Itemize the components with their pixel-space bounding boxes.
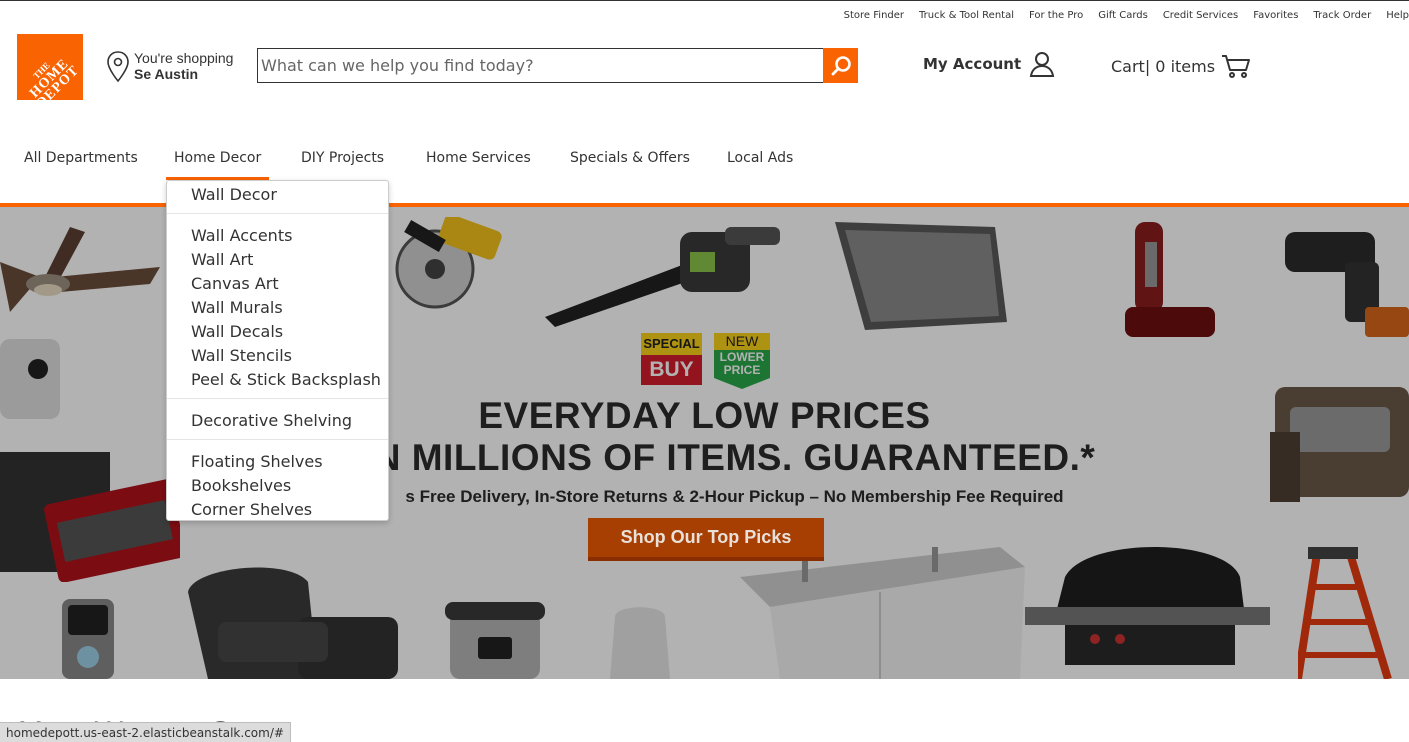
- my-account-link[interactable]: My Account: [923, 51, 1055, 77]
- credit-services-link[interactable]: Credit Services: [1163, 10, 1238, 24]
- main-nav: All Departments Home Decor DIY Projects …: [0, 150, 1409, 180]
- home-decor-dropdown: Wall Decor Wall Accents Wall Art Canvas …: [166, 180, 389, 521]
- menu-item-bookshelves[interactable]: Bookshelves: [191, 476, 291, 495]
- user-icon: [1030, 52, 1055, 77]
- favorites-link[interactable]: Favorites: [1253, 10, 1298, 24]
- menu-item-wall-stencils[interactable]: Wall Stencils: [191, 346, 292, 365]
- help-link[interactable]: Help: [1386, 10, 1409, 24]
- store-finder-link[interactable]: Store Finder: [844, 10, 904, 24]
- menu-item-wall-accents[interactable]: Wall Accents: [191, 226, 292, 245]
- menu-item-wall-decals[interactable]: Wall Decals: [191, 322, 283, 341]
- menu-item-decorative-shelving[interactable]: Decorative Shelving: [191, 411, 352, 430]
- shop-top-picks-button[interactable]: Shop Our Top Picks: [588, 518, 824, 561]
- browser-status-bar: homedepott.us-east-2.elasticbeanstalk.co…: [0, 722, 291, 742]
- menu-divider: [167, 398, 388, 399]
- menu-item-wall-decor[interactable]: Wall Decor: [191, 185, 277, 204]
- top-border: [0, 0, 1409, 1]
- menu-item-canvas-art[interactable]: Canvas Art: [191, 274, 279, 293]
- menu-item-peel-stick-backsplash[interactable]: Peel & Stick Backsplash: [191, 370, 381, 389]
- nav-local-ads[interactable]: Local Ads: [727, 150, 793, 180]
- nav-specials-offers[interactable]: Specials & Offers: [570, 150, 690, 180]
- search-box: [257, 48, 824, 83]
- location-pin-icon: [107, 51, 129, 83]
- store-text: You're shopping Se Austin: [134, 50, 233, 84]
- store-selector[interactable]: You're shopping Se Austin: [106, 50, 233, 84]
- my-account-label: My Account: [923, 55, 1022, 73]
- home-depot-logo[interactable]: THE HOME DEPOT: [17, 34, 83, 100]
- nav-home-decor[interactable]: Home Decor: [166, 150, 270, 180]
- cart-link[interactable]: Cart| 0 items: [1111, 53, 1251, 79]
- truck-tool-rental-link[interactable]: Truck & Tool Rental: [919, 10, 1014, 24]
- store-label: You're shopping: [134, 50, 234, 66]
- menu-item-floating-shelves[interactable]: Floating Shelves: [191, 452, 323, 471]
- cart-icon: [1222, 55, 1251, 78]
- menu-item-corner-shelves[interactable]: Corner Shelves: [191, 500, 312, 519]
- menu-item-wall-murals[interactable]: Wall Murals: [191, 298, 283, 317]
- search-icon: [831, 55, 851, 75]
- menu-divider: [167, 439, 388, 440]
- nav-diy-projects[interactable]: DIY Projects: [301, 150, 384, 180]
- gift-cards-link[interactable]: Gift Cards: [1098, 10, 1148, 24]
- nav-home-services[interactable]: Home Services: [426, 150, 531, 180]
- menu-item-wall-art[interactable]: Wall Art: [191, 250, 253, 269]
- track-order-link[interactable]: Track Order: [1313, 10, 1371, 24]
- cart-label: Cart| 0 items: [1111, 56, 1216, 76]
- menu-divider: [167, 213, 388, 214]
- search-button[interactable]: [823, 48, 858, 83]
- logo-text: THE HOME DEPOT: [27, 56, 83, 100]
- nav-all-departments[interactable]: All Departments: [24, 150, 138, 180]
- for-the-pro-link[interactable]: For the Pro: [1029, 10, 1083, 24]
- store-name: Se Austin: [134, 66, 199, 82]
- search-input[interactable]: [258, 49, 823, 82]
- utility-nav: Store Finder Truck & Tool Rental For the…: [829, 10, 1409, 24]
